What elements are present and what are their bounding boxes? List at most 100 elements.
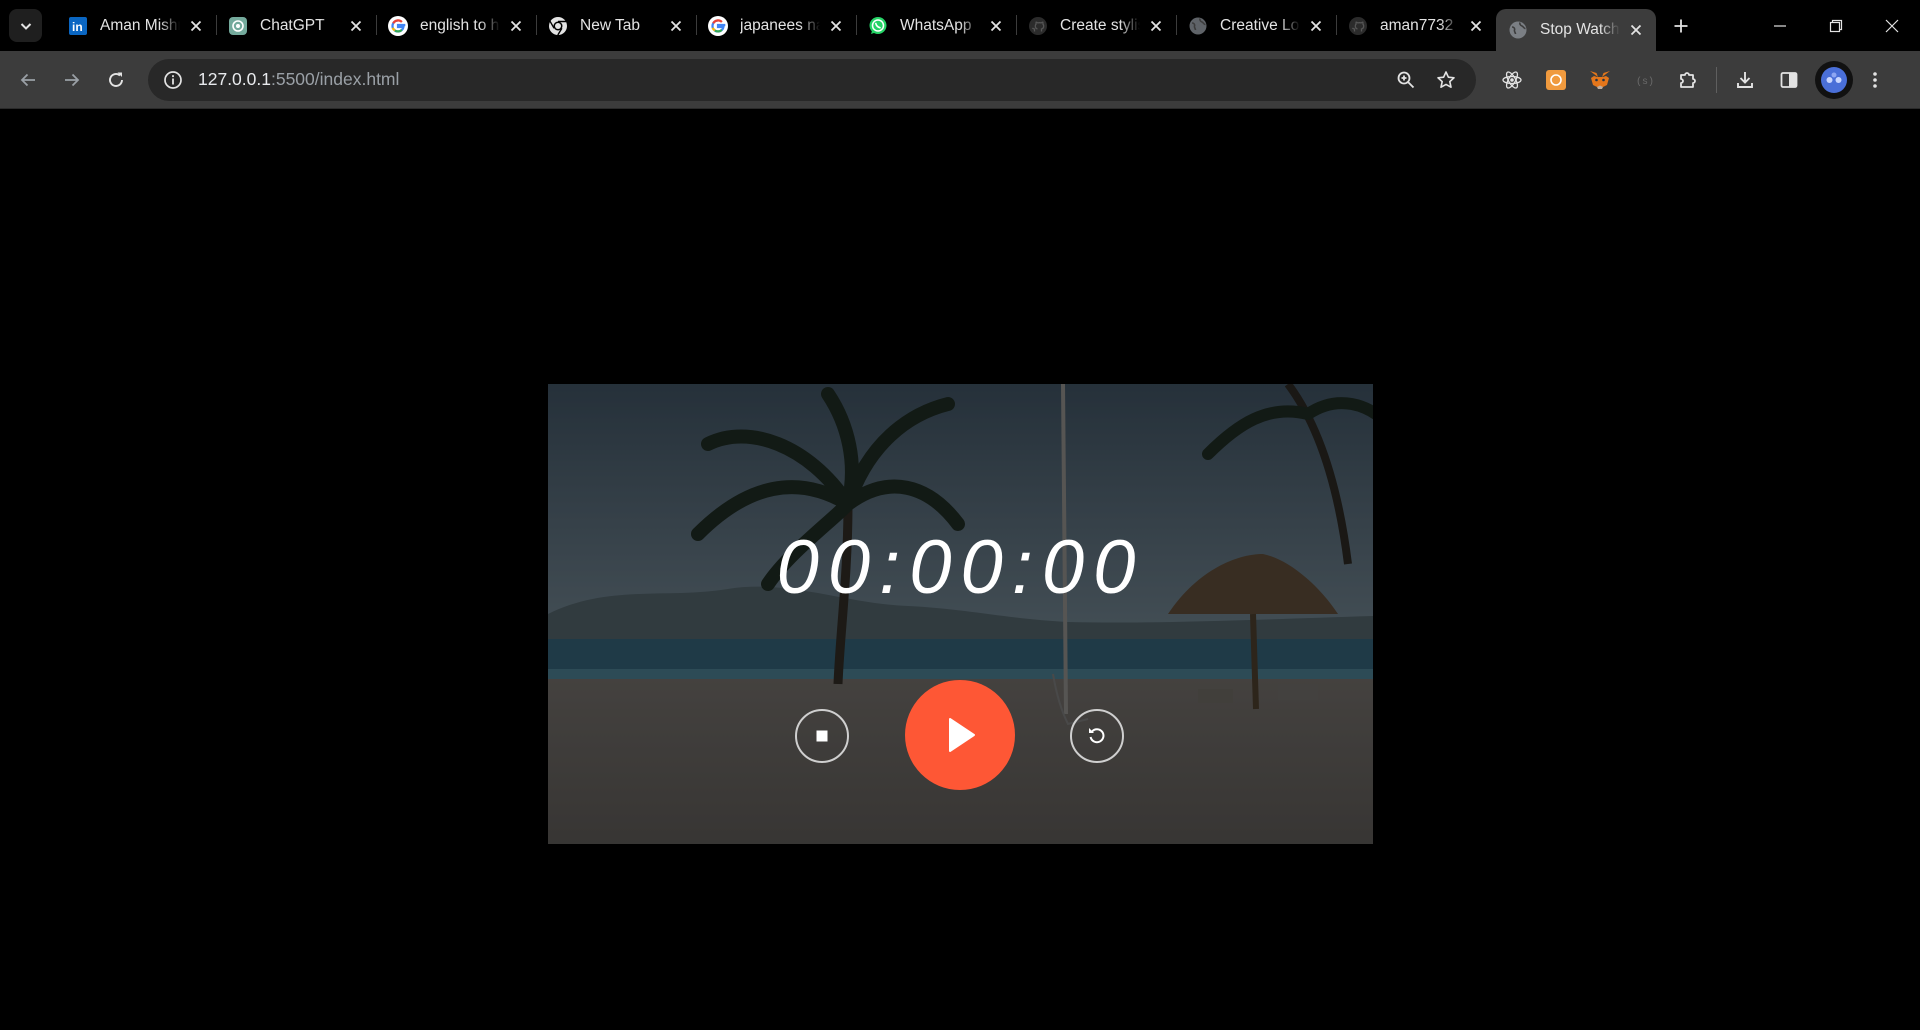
close-window-icon	[1885, 19, 1899, 32]
close-icon[interactable]	[1626, 20, 1646, 40]
tab-5[interactable]: WhatsApp	[856, 0, 1016, 51]
tab-2[interactable]: english to hindi	[376, 0, 536, 51]
linkedin-icon: in	[68, 16, 88, 36]
site-info-button[interactable]	[160, 67, 186, 93]
close-icon[interactable]	[1306, 16, 1326, 36]
close-icon[interactable]	[826, 16, 846, 36]
zoom-icon	[1397, 71, 1415, 88]
close-icon[interactable]	[986, 16, 1006, 36]
tab-7[interactable]: Creative Logo	[1176, 0, 1336, 51]
svg-text:in: in	[72, 20, 83, 34]
orange-square-icon	[1546, 69, 1566, 90]
forward-button[interactable]	[54, 62, 90, 98]
arrow-left-icon	[20, 73, 35, 86]
page-viewport: 00:00:00	[0, 110, 1920, 1030]
url-path: :5500/index.html	[270, 69, 400, 89]
close-icon[interactable]	[1146, 16, 1166, 36]
extensions-area: (s)	[1490, 58, 1897, 102]
tab-title: New Tab	[580, 16, 641, 34]
close-icon[interactable]	[1466, 16, 1486, 36]
avatar-icon	[1821, 66, 1847, 93]
close-icon[interactable]	[346, 16, 366, 36]
tab-4[interactable]: japanees name	[696, 0, 856, 51]
chevron-down-icon	[20, 22, 31, 30]
whatsapp-icon	[868, 16, 888, 36]
tab-0[interactable]: in Aman Mishra	[56, 0, 216, 51]
new-tab-button[interactable]	[1666, 11, 1696, 41]
orange-extension[interactable]	[1534, 58, 1578, 102]
download-icon	[1737, 71, 1753, 88]
profile-avatar[interactable]	[1815, 60, 1853, 99]
tab-list: in Aman Mishra ChatGPT english to hindi	[56, 0, 1696, 51]
tab-title: Stop Watch	[1540, 21, 1620, 38]
github-icon	[1028, 16, 1048, 36]
side-panel-icon	[1780, 71, 1798, 88]
metamask-extension[interactable]	[1578, 58, 1622, 102]
reload-icon	[109, 72, 123, 87]
kebab-menu-icon	[1873, 71, 1877, 88]
extensions-menu-button[interactable]	[1666, 58, 1710, 102]
google-icon	[388, 15, 408, 36]
tab-title: Create stylish	[1060, 16, 1140, 34]
url-host: 127.0.0.1	[198, 69, 271, 89]
reload-button[interactable]	[98, 62, 134, 98]
star-icon	[1437, 70, 1455, 88]
close-icon[interactable]	[666, 16, 686, 36]
close-icon[interactable]	[186, 16, 206, 36]
github-icon	[1348, 16, 1368, 36]
url-text[interactable]: 127.0.0.1:5500/index.html	[198, 69, 1384, 90]
restore-icon	[1829, 19, 1843, 32]
zoom-button[interactable]	[1388, 62, 1424, 98]
info-icon	[164, 70, 182, 89]
arrow-right-icon	[65, 73, 80, 86]
back-button[interactable]	[10, 62, 46, 98]
placeholder-extension-icon: (s)	[1636, 76, 1654, 88]
browser-toolbar: 127.0.0.1:5500/index.html (s)	[0, 51, 1920, 109]
google-icon	[708, 15, 728, 36]
fox-icon	[1590, 70, 1610, 89]
tab-title: japanees name	[740, 16, 820, 34]
tab-title: Creative Logo	[1220, 16, 1300, 34]
restore-button[interactable]	[1808, 0, 1864, 51]
downloads-button[interactable]	[1723, 58, 1767, 102]
play-button[interactable]	[905, 680, 1015, 790]
puzzle-icon	[1680, 71, 1696, 88]
tab-title: Aman Mishra	[100, 16, 180, 34]
tab-8[interactable]: aman7732	[1336, 0, 1496, 51]
tab-6[interactable]: Create stylish	[1016, 0, 1176, 51]
reset-button[interactable]	[1070, 709, 1124, 763]
stop-button[interactable]	[795, 709, 849, 763]
address-bar[interactable]: 127.0.0.1:5500/index.html	[148, 58, 1476, 101]
side-panel-button[interactable]	[1767, 58, 1811, 102]
svg-text:(s): (s)	[1636, 76, 1654, 88]
stopwatch-time-display: 00:00:00	[776, 525, 1145, 610]
reset-icon	[1089, 728, 1105, 744]
chrome-icon	[548, 16, 568, 36]
globe-icon	[1508, 20, 1528, 40]
tab-3[interactable]: New Tab	[536, 0, 696, 51]
tab-title: aman7732	[1380, 16, 1454, 34]
tab-title: WhatsApp	[900, 16, 972, 34]
plus-icon	[1674, 19, 1688, 32]
chatgpt-icon	[228, 16, 248, 36]
window-controls	[1752, 0, 1920, 51]
toolbar-divider	[1716, 66, 1717, 93]
dim-extension[interactable]: (s)	[1622, 58, 1666, 102]
react-devtools-extension[interactable]	[1490, 58, 1534, 102]
tab-9-active[interactable]: Stop Watch	[1496, 9, 1656, 51]
tab-title: english to hindi	[420, 16, 500, 34]
tab-1[interactable]: ChatGPT	[216, 0, 376, 51]
react-icon	[1502, 70, 1522, 89]
tab-search-button[interactable]	[9, 9, 42, 42]
tab-title: ChatGPT	[260, 16, 325, 34]
tab-strip: in Aman Mishra ChatGPT english to hindi	[0, 0, 1920, 51]
globe-icon	[1188, 16, 1208, 36]
bookmark-button[interactable]	[1428, 62, 1464, 98]
minimize-button[interactable]	[1752, 0, 1808, 51]
minimize-icon	[1774, 24, 1786, 27]
stop-icon	[816, 730, 828, 742]
play-icon	[949, 718, 975, 752]
close-window-button[interactable]	[1864, 0, 1920, 51]
browser-menu-button[interactable]	[1853, 58, 1897, 102]
close-icon[interactable]	[506, 16, 526, 36]
